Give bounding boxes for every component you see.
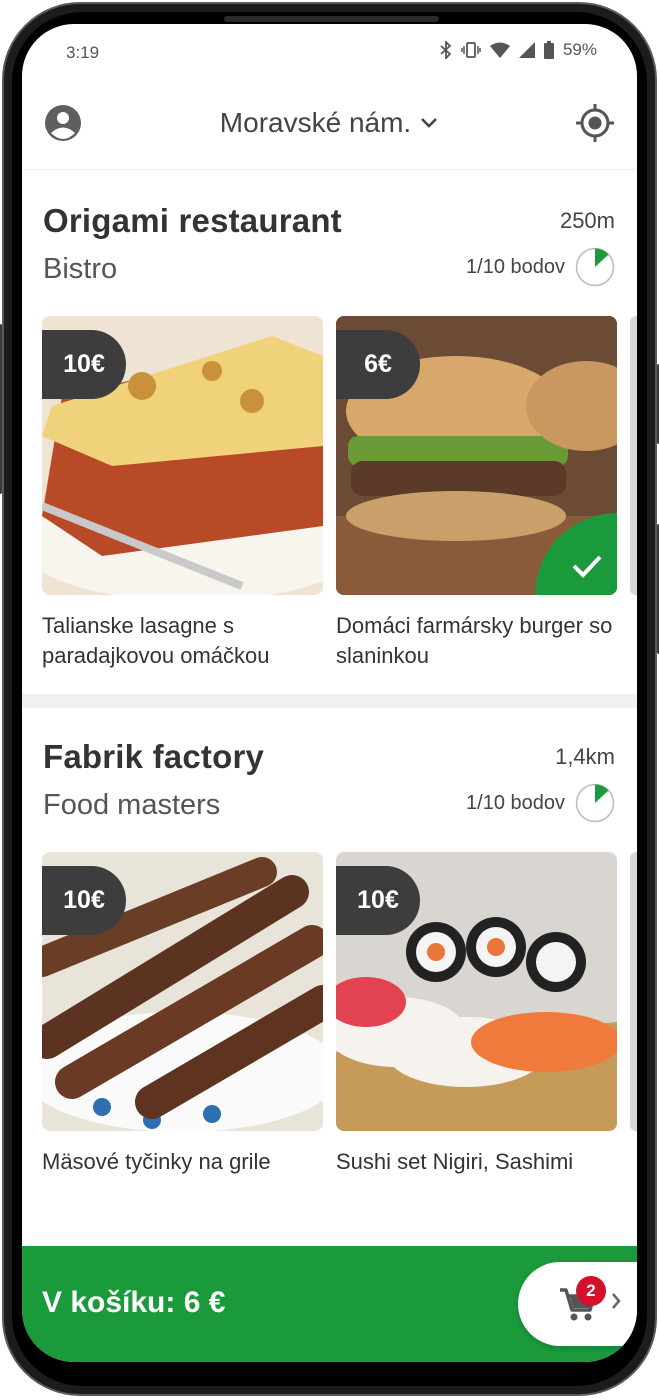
volume-button xyxy=(0,324,2,494)
location-label: Moravské nám. xyxy=(219,107,412,138)
price-tag: 10€ xyxy=(42,866,126,935)
loyalty-points-label: 1/10 bodov xyxy=(466,791,565,814)
price-tag: 10€ xyxy=(42,330,126,399)
dish-card[interactable]: 10€ Talianske lasagne s paradajkovou omá… xyxy=(42,316,323,671)
loyalty-points: 1/10 bodov xyxy=(466,783,615,823)
restaurant-name[interactable]: Fabrik factory xyxy=(43,738,264,776)
app-header: Moravské nám. xyxy=(22,82,637,170)
battery-icon xyxy=(543,41,554,59)
cart-button[interactable]: 2 xyxy=(518,1262,637,1346)
status-bar: 3:19 59% xyxy=(22,24,637,82)
cart-count-badge: 2 xyxy=(576,1276,606,1306)
restaurant-name[interactable]: Origami restaurant xyxy=(43,202,342,240)
restaurant-type: Bistro xyxy=(43,253,118,285)
restaurant-distance: 250m xyxy=(559,208,615,233)
dish-image-burger: 6€ xyxy=(336,316,617,595)
restaurant-section: Origami restaurant Bistro 250m 1/10 bodo… xyxy=(22,202,637,692)
restaurant-type: Food masters xyxy=(43,789,221,821)
dish-image-skewers: 10€ xyxy=(42,852,323,1131)
check-icon xyxy=(572,555,602,578)
dish-title: Talianske lasagne s paradajkovou omáčkou xyxy=(42,613,270,668)
loyalty-points: 1/10 bodov xyxy=(466,247,615,287)
loyalty-progress-icon xyxy=(575,783,615,823)
app-screen: 3:19 59% Moravské nám. Origami restauran xyxy=(22,24,637,1362)
bluetooth-icon xyxy=(440,41,452,59)
dish-card[interactable]: 10€ Mäsové tyčinky na grile xyxy=(42,852,323,1177)
chevron-right-icon xyxy=(612,1293,621,1309)
restaurant-distance: 1,4km xyxy=(555,744,615,769)
status-time: 3:19 xyxy=(66,43,100,62)
dish-title: Domáci farmársky burger so slaninkou xyxy=(336,613,613,668)
signal-icon xyxy=(518,42,535,58)
chevron-down-icon xyxy=(421,118,438,128)
cart-bar[interactable]: V košíku: 6 € 2 xyxy=(22,1246,637,1362)
section-divider xyxy=(22,694,637,708)
dish-image-sushi: 10€ xyxy=(336,852,617,1131)
dish-image-lasagne: 10€ xyxy=(42,316,323,595)
gps-target-icon[interactable] xyxy=(575,103,615,143)
dish-title: Mäsové tyčinky na grile xyxy=(42,1149,271,1174)
price-tag: 10€ xyxy=(336,866,420,935)
price-tag: 6€ xyxy=(336,330,420,399)
dish-title: Sushi set Nigiri, Sashimi xyxy=(336,1149,574,1174)
wifi-icon xyxy=(489,42,510,58)
speaker xyxy=(224,16,439,22)
next-dish-peek[interactable] xyxy=(630,316,637,595)
vibrate-icon xyxy=(461,42,481,58)
loyalty-points-label: 1/10 bodov xyxy=(466,255,565,278)
battery-level: 59% xyxy=(562,40,597,59)
restaurant-section: Fabrik factory Food masters 1,4km 1/10 b… xyxy=(22,738,637,1218)
dish-card[interactable]: 10€ Sushi set Nigiri, Sashimi xyxy=(336,852,617,1177)
dish-card-selected[interactable]: 6€ Domáci farmársky burger so slaninkou xyxy=(336,316,617,671)
location-selector[interactable]: Moravské nám. xyxy=(22,107,637,139)
next-dish-peek[interactable] xyxy=(630,852,637,1131)
loyalty-progress-icon xyxy=(575,247,615,287)
cart-total: V košíku: 6 € xyxy=(42,1286,226,1319)
